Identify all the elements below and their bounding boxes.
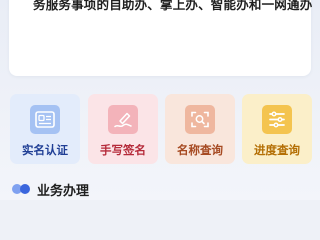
service-tiles: 实名认证 手写签名 名称查询 进度查询 bbox=[10, 94, 312, 164]
service-label: 实名认证 bbox=[22, 143, 68, 157]
intro-card: 务服务事项的自助办、掌上办、智能办和一网通办 bbox=[9, 0, 312, 76]
service-tile-signature[interactable]: 手写签名 bbox=[88, 94, 158, 164]
name-search-icon bbox=[185, 105, 215, 134]
service-label: 名称查询 bbox=[177, 143, 223, 157]
service-label: 手写签名 bbox=[100, 143, 146, 157]
service-tile-real-name[interactable]: 实名认证 bbox=[10, 94, 80, 164]
progress-list-icon bbox=[262, 105, 292, 134]
signature-pen-icon bbox=[108, 105, 138, 134]
section-title: 业务办理 bbox=[37, 184, 90, 199]
section-dot-icon bbox=[20, 184, 30, 194]
service-tile-name-search[interactable]: 名称查询 bbox=[165, 94, 235, 164]
intro-text: 务服务事项的自助办、掌上办、智能办和一网通办 bbox=[33, 0, 313, 12]
id-card-icon bbox=[30, 105, 60, 134]
page: 务服务事项的自助办、掌上办、智能办和一网通办 实名认证 手写签名 名称查询 进度… bbox=[0, 0, 320, 200]
section-header: 业务办理 bbox=[12, 179, 212, 199]
service-tile-progress[interactable]: 进度查询 bbox=[242, 94, 312, 164]
service-label: 进度查询 bbox=[254, 143, 300, 157]
